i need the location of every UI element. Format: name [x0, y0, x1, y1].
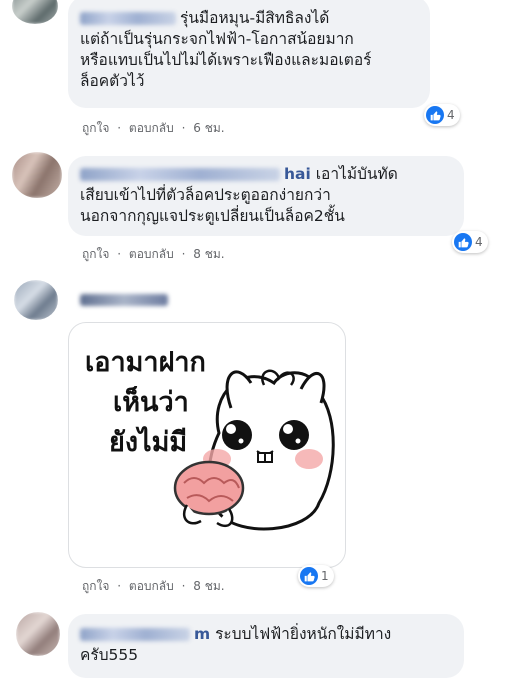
author-name[interactable]: m — [194, 625, 210, 643]
comment-bubble: รุ่นมือหมุน-มีสิทธิลงได้ แต่ถ้าเป็นรุ่นก… — [68, 0, 430, 108]
sticker-caption-line: ยังไม่มี — [109, 427, 188, 458]
comment-line: รุ่นมือหมุน-มีสิทธิลงได้ — [180, 9, 330, 27]
reply-link[interactable]: ตอบกลับ — [129, 121, 174, 135]
timestamp[interactable]: 8 ชม. — [193, 579, 224, 593]
reply-link[interactable]: ตอบกลับ — [129, 579, 174, 593]
avatar[interactable] — [12, 0, 58, 24]
sticker[interactable]: เอามาฝาก เห็นว่า ยังไม่มี — [68, 322, 346, 568]
reaction-count[interactable]: 4 — [452, 231, 488, 253]
comment-bubble: hai เอาไม้บันทัด เสียบเข้าไปที่ตัวล็อคปร… — [68, 156, 464, 236]
reaction-number: 1 — [321, 569, 329, 583]
comment-text: m ระบบไฟฟ้ายิ่งหนักใม่มีทาง ครับ555 — [80, 624, 452, 666]
avatar[interactable] — [16, 612, 60, 656]
comment-actions: ถูกใจ · ตอบกลับ · 8 ชม. — [82, 245, 225, 264]
timestamp[interactable]: 6 ชม. — [193, 121, 224, 135]
comment-line: ล็อคตัวไว้ — [80, 72, 145, 90]
reply-link[interactable]: ตอบกลับ — [129, 247, 174, 261]
like-link[interactable]: ถูกใจ — [82, 247, 109, 261]
separator: · — [117, 121, 122, 135]
like-link[interactable]: ถูกใจ — [82, 121, 109, 135]
comment-text: hai เอาไม้บันทัด เสียบเข้าไปที่ตัวล็อคปร… — [80, 164, 452, 227]
sticker-caption-line: เอามาฝาก — [85, 347, 206, 378]
reaction-number: 4 — [447, 108, 455, 122]
reaction-count[interactable]: 1 — [298, 565, 334, 587]
comment-bubble: m ระบบไฟฟ้ายิ่งหนักใม่มีทาง ครับ555 — [68, 614, 464, 678]
separator: · — [117, 579, 122, 593]
comment-line: หรือแทบเป็นไปไม่ได้เพราะเฟืองและมอเตอร์ — [80, 51, 372, 69]
blurred-author-name[interactable] — [80, 628, 190, 641]
blurred-author-name[interactable] — [80, 168, 280, 181]
comment-line: ครับ555 — [80, 646, 139, 664]
avatar[interactable] — [14, 280, 58, 320]
blurred-author-name[interactable] — [80, 12, 176, 25]
author-name[interactable]: hai — [284, 165, 311, 183]
blurred-author-name[interactable] — [80, 294, 168, 306]
comment-line: แต่ถ้าเป็นรุ่นกระจกไฟฟ้า-โอกาสน้อยมาก — [80, 30, 354, 48]
sticker-caption-line: เห็นว่า — [113, 387, 189, 418]
comment-line: เสียบเข้าไปที่ตัวล็อคประตูออกง่ายกว่า — [80, 186, 331, 204]
like-thumb-icon — [454, 233, 472, 251]
sticker-caption: เอามาฝาก เห็นว่า ยังไม่มี — [85, 343, 206, 463]
separator: · — [117, 247, 122, 261]
reaction-number: 4 — [475, 235, 483, 249]
comment-line: เอาไม้บันทัด — [315, 165, 398, 183]
comment-actions: ถูกใจ · ตอบกลับ · 6 ชม. — [82, 119, 225, 138]
like-thumb-icon — [300, 567, 318, 585]
comment-line: ระบบไฟฟ้ายิ่งหนักใม่มีทาง — [215, 625, 392, 643]
comment-actions: ถูกใจ · ตอบกลับ · 8 ชม. — [82, 577, 225, 596]
avatar[interactable] — [12, 152, 62, 198]
comment-text: รุ่นมือหมุน-มีสิทธิลงได้ แต่ถ้าเป็นรุ่นก… — [80, 8, 418, 92]
reaction-count[interactable]: 4 — [424, 104, 460, 126]
separator: · — [181, 247, 186, 261]
like-link[interactable]: ถูกใจ — [82, 579, 109, 593]
separator: · — [181, 579, 186, 593]
comment-line: นอกจากกุญแจประตูเปลี่ยนเป็นล็อค2ชั้น — [80, 207, 345, 225]
timestamp[interactable]: 8 ชม. — [193, 247, 224, 261]
like-thumb-icon — [426, 106, 444, 124]
separator: · — [181, 121, 186, 135]
